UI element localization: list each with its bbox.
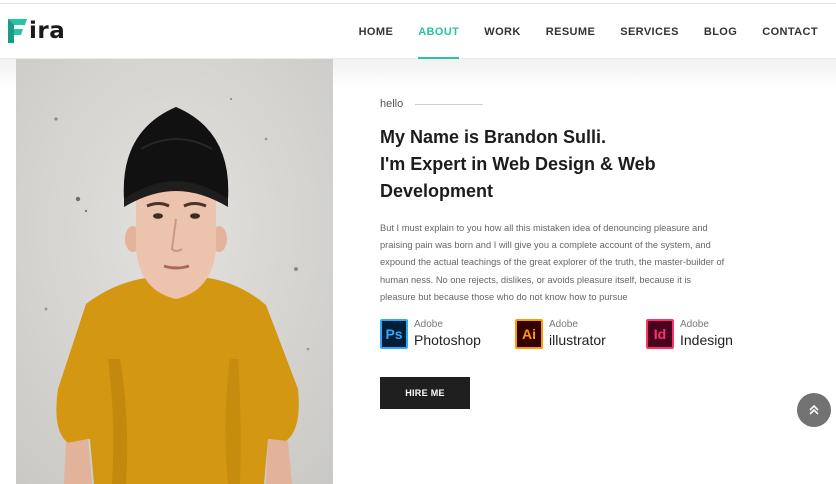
headline: My Name is Brandon Sulli. I'm Expert in … — [380, 124, 800, 205]
skill-vendor: Adobe — [549, 319, 578, 330]
skill-vendor: Adobe — [680, 319, 709, 330]
browser-top-edge — [0, 0, 836, 4]
site-header: ira HOME ABOUT WORK RESUME SERVICES BLOG… — [0, 5, 836, 59]
hire-me-button[interactable]: HIRE ME — [380, 377, 470, 409]
nav-services[interactable]: SERVICES — [620, 5, 679, 59]
about-description: But I must explain to you how all this m… — [380, 223, 725, 302]
greeting-line — [415, 103, 484, 105]
skills-list: Ps Adobe Photoshop Ai Adobe illustrator … — [380, 319, 800, 351]
skill-photoshop: Ps Adobe Photoshop — [380, 319, 481, 349]
indesign-icon: Id — [646, 319, 674, 349]
double-chevron-up-icon — [809, 404, 819, 415]
skill-vendor: Adobe — [414, 319, 443, 330]
nav-resume[interactable]: RESUME — [546, 5, 595, 59]
skill-name: Photoshop — [414, 332, 481, 348]
skill-name: illustrator — [549, 332, 606, 348]
greeting: hello — [380, 96, 800, 112]
scroll-to-top-button[interactable] — [797, 393, 831, 427]
nav-contact[interactable]: CONTACT — [762, 5, 818, 59]
about-section: hello My Name is Brandon Sulli. I'm Expe… — [380, 96, 800, 409]
skill-indesign: Id Adobe Indesign — [646, 319, 733, 349]
illustrator-icon: Ai — [515, 319, 543, 349]
photoshop-icon: Ps — [380, 319, 408, 349]
skill-illustrator: Ai Adobe illustrator — [515, 319, 606, 349]
headline-line-1: My Name is Brandon Sulli. — [380, 127, 607, 147]
nav-about[interactable]: ABOUT — [418, 5, 460, 59]
nav-blog[interactable]: BLOG — [704, 5, 737, 59]
profile-photo — [16, 59, 333, 484]
logo-f-icon — [8, 19, 27, 43]
headline-line-3: Development — [380, 181, 494, 201]
headline-line-2: I'm Expert in Web Design & Web — [380, 154, 656, 174]
logo-text: ira — [29, 18, 66, 44]
greeting-text: hello — [380, 98, 404, 110]
skill-name: Indesign — [680, 332, 733, 348]
logo[interactable]: ira — [8, 17, 65, 45]
nav-home[interactable]: HOME — [359, 5, 394, 59]
main-nav: HOME ABOUT WORK RESUME SERVICES BLOG CON… — [334, 5, 818, 59]
nav-work[interactable]: WORK — [484, 5, 520, 59]
